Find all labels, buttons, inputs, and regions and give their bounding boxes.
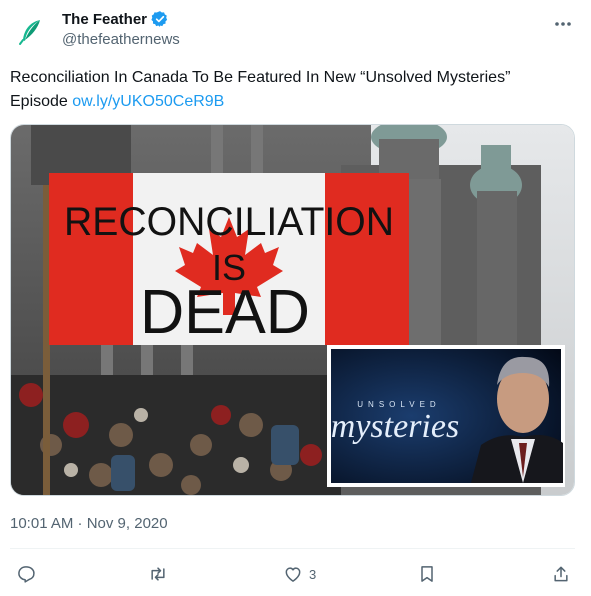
verified-badge-icon bbox=[151, 11, 168, 27]
heart-icon bbox=[285, 567, 301, 582]
action-bar: 3 bbox=[0, 560, 591, 588]
tweet-media-image[interactable]: RECONCILIATION IS DEAD UNSOLVED mysterie… bbox=[10, 124, 575, 496]
like-button[interactable]: 3 bbox=[283, 560, 316, 588]
tweet-link[interactable]: ow.ly/yUKO50CeR9B bbox=[72, 93, 224, 110]
author-name[interactable]: The Feather bbox=[62, 11, 147, 28]
more-dots-icon bbox=[555, 22, 571, 26]
unsolved-mysteries-inset: UNSOLVED mysteries bbox=[327, 345, 565, 487]
reconciliation-banner: RECONCILIATION IS DEAD bbox=[49, 173, 409, 347]
inset-title-main: mysteries bbox=[331, 408, 459, 445]
author-name-row: The Feather bbox=[62, 10, 169, 28]
tweet-card: The Feather @thefeathernews Reconciliati… bbox=[0, 0, 591, 596]
share-icon bbox=[554, 566, 568, 582]
bookmark-icon bbox=[421, 566, 433, 582]
more-options-button[interactable] bbox=[551, 12, 575, 36]
tweet-timestamp[interactable]: 10:01 AM · Nov 9, 2020 bbox=[10, 515, 168, 532]
feather-icon bbox=[19, 20, 40, 45]
retweet-button[interactable] bbox=[148, 560, 168, 588]
banner-line1: RECONCILIATION bbox=[64, 200, 394, 244]
like-count: 3 bbox=[309, 566, 317, 582]
retweet-icon bbox=[151, 567, 165, 581]
avatar[interactable] bbox=[11, 11, 51, 51]
banner-line3: DEAD bbox=[140, 278, 310, 347]
tweet-text: Reconciliation In Canada To Be Featured … bbox=[10, 66, 570, 114]
reply-button[interactable] bbox=[16, 560, 36, 588]
reply-icon bbox=[18, 566, 35, 583]
bookmark-button[interactable] bbox=[417, 560, 437, 588]
share-button[interactable] bbox=[551, 560, 571, 588]
author-handle[interactable]: @thefeathernews bbox=[62, 31, 180, 48]
divider bbox=[10, 548, 575, 549]
photo-collage: RECONCILIATION IS DEAD UNSOLVED mysterie… bbox=[11, 125, 574, 495]
